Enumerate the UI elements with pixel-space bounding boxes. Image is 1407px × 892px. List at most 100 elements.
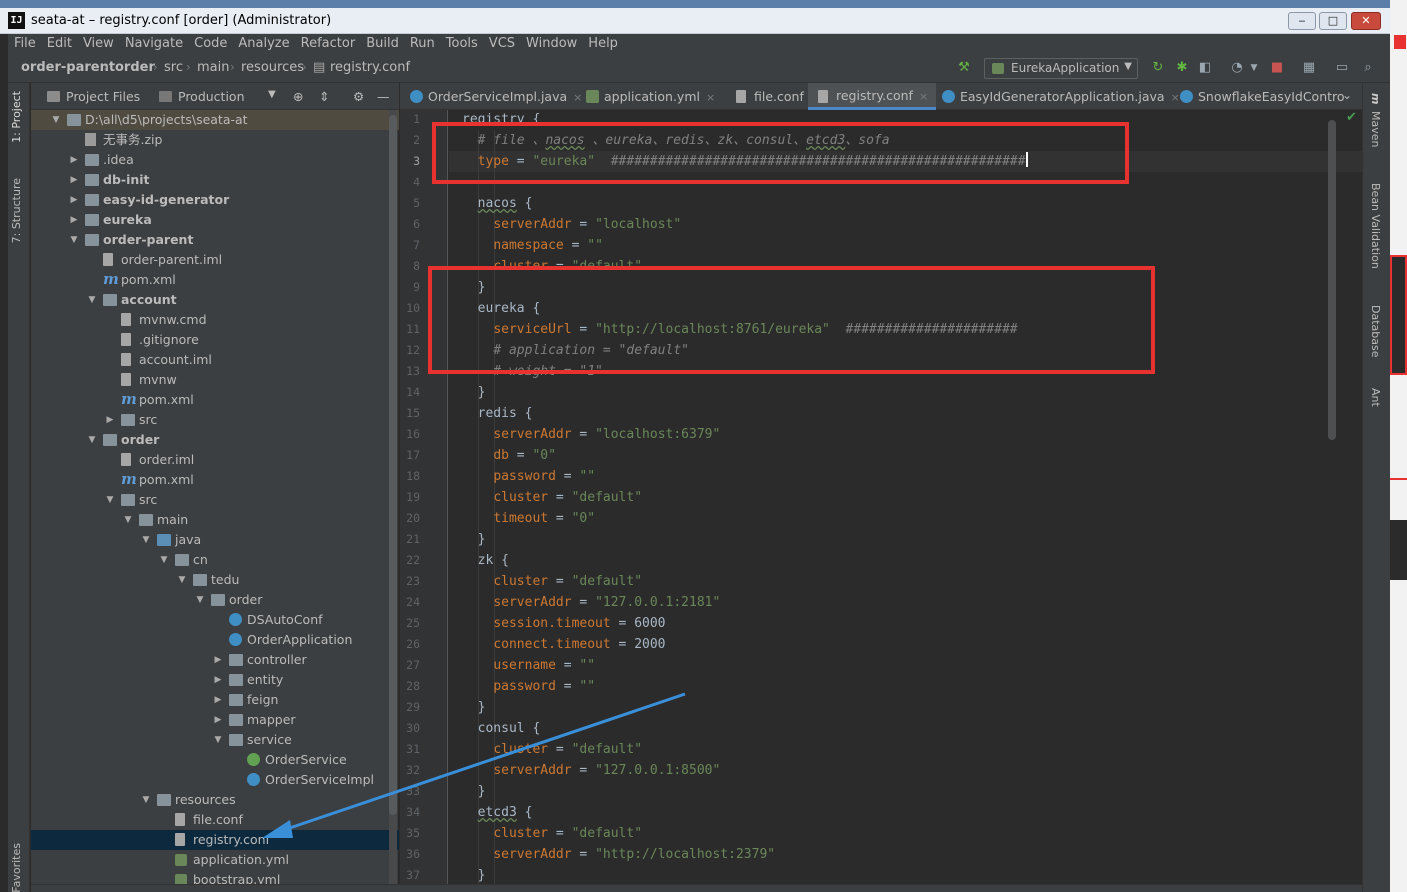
tree-node[interactable]: OrderApplication [31, 630, 399, 650]
close-window-button[interactable]: ✕ [1351, 12, 1381, 30]
code-line[interactable]: etcd3 { [462, 802, 533, 823]
tree-node[interactable]: ▼ service [31, 730, 399, 750]
scrollbar-thumb[interactable] [389, 115, 397, 815]
tree-node[interactable]: file.conf [31, 810, 399, 830]
project-structure-icon[interactable]: ▦ [1300, 59, 1318, 77]
collapse-arrow-icon[interactable]: ▶ [213, 710, 223, 730]
editor-scrollbar[interactable] [1328, 110, 1336, 440]
tree-node[interactable]: ▶ mapper [31, 710, 399, 730]
tree-node[interactable]: ▶ controller [31, 650, 399, 670]
profile-icon[interactable]: ◔ [1228, 59, 1246, 77]
collapse-arrow-icon[interactable]: ▶ [69, 170, 79, 190]
editor-tab[interactable]: registry.conf × [808, 83, 937, 110]
run-configuration-dropdown[interactable]: EurekaApplication ▼ [984, 58, 1138, 79]
tree-node[interactable]: m pom.xml [31, 470, 399, 490]
scope-selector[interactable]: Production [159, 89, 245, 104]
tree-node[interactable]: mvnw.cmd [31, 310, 399, 330]
expand-arrow-icon[interactable]: ▼ [87, 430, 97, 450]
tree-node[interactable]: ▼ order [31, 430, 399, 450]
expand-arrow-icon[interactable]: ▼ [123, 510, 133, 530]
editor-tab[interactable]: SnowflakeEasyIdContro [1170, 83, 1353, 110]
breadcrumb-order[interactable]: order [115, 60, 155, 75]
tree-node[interactable]: m pom.xml [31, 270, 399, 290]
code-line[interactable]: serverAddr = "127.0.0.1:8500" [462, 760, 720, 781]
tree-node[interactable]: ▼ order-parent [31, 230, 399, 250]
maven-tool-tab[interactable]: Maven [1369, 111, 1382, 147]
stop-icon[interactable]: ■ [1268, 59, 1286, 77]
expand-arrow-icon[interactable]: ▼ [159, 550, 169, 570]
expand-arrow-icon[interactable]: ▼ [105, 490, 115, 510]
close-tab-icon[interactable]: × [919, 90, 928, 103]
code-line[interactable]: } [462, 865, 486, 886]
expand-arrow-icon[interactable]: ▼ [69, 230, 79, 250]
expand-arrow-icon[interactable]: ▼ [195, 590, 205, 610]
search-icon[interactable]: ⌕ [1359, 59, 1377, 77]
bean-validation-tool-tab[interactable]: Bean Validation [1369, 183, 1382, 269]
code-line[interactable]: redis { [462, 403, 533, 424]
tree-node[interactable]: ▼ tedu [31, 570, 399, 590]
tree-node[interactable]: ▼ java [31, 530, 399, 550]
scrollbar-thumb[interactable] [1328, 120, 1336, 440]
expand-arrow-icon[interactable]: ▼ [177, 570, 187, 590]
menu-refactor[interactable]: Refactor [295, 34, 361, 51]
tree-node[interactable]: ▶ .idea [31, 150, 399, 170]
expand-arrow-icon[interactable]: ▼ [213, 730, 223, 750]
collapse-arrow-icon[interactable]: ▶ [69, 190, 79, 210]
tree-node[interactable]: mvnw [31, 370, 399, 390]
breadcrumb-src[interactable]: src [164, 60, 183, 75]
maximize-button[interactable]: □ [1319, 12, 1347, 30]
menu-window[interactable]: Window [520, 34, 582, 51]
project-tool-tab[interactable]: 1: Project [10, 91, 23, 143]
close-tab-icon[interactable]: × [706, 91, 715, 104]
editor-tab[interactable]: EasyIdGeneratorApplication.java × [932, 83, 1188, 110]
code-line[interactable]: password = "" [462, 676, 595, 697]
menu-build[interactable]: Build [360, 34, 404, 51]
collapse-arrow-icon[interactable]: ▶ [105, 410, 115, 430]
tree-node[interactable]: .gitignore [31, 330, 399, 350]
menu-analyze[interactable]: Analyze [232, 34, 294, 51]
menu-tools[interactable]: Tools [440, 34, 483, 51]
code-line[interactable]: } [462, 382, 486, 403]
tree-node[interactable]: ▶ src [31, 410, 399, 430]
code-line[interactable]: zk { [462, 550, 509, 571]
code-line[interactable]: } [462, 529, 486, 550]
build-hammer-icon[interactable]: ⚒ [955, 59, 973, 77]
collapse-arrow-icon[interactable]: ▶ [69, 210, 79, 230]
tree-node[interactable]: ▼ D:\all\d5\projects\seata-at [31, 110, 399, 130]
debug-bug-icon[interactable]: ✱ [1173, 59, 1191, 77]
menu-edit[interactable]: Edit [41, 34, 77, 51]
code-line[interactable]: serverAddr = "localhost:6379" [462, 424, 720, 445]
code-line[interactable]: consul { [462, 718, 541, 739]
breadcrumb-main[interactable]: main [197, 60, 229, 75]
code-line[interactable]: timeout = "0" [462, 508, 595, 529]
breadcrumb-order-parent[interactable]: order-parent [21, 60, 115, 75]
project-scrollbar[interactable] [389, 110, 397, 890]
database-tool-tab[interactable]: Database [1369, 305, 1382, 358]
code-line[interactable]: cluster = "default" [462, 487, 642, 508]
collapse-arrow-icon[interactable]: ▶ [69, 150, 79, 170]
code-line[interactable]: cluster = "default" [462, 823, 642, 844]
expand-arrow-icon[interactable]: ▼ [141, 790, 151, 810]
tree-node[interactable]: ▼ order [31, 590, 399, 610]
menu-code[interactable]: Code [188, 34, 232, 51]
menu-navigate[interactable]: Navigate [119, 34, 188, 51]
locate-target-icon[interactable]: ⊕ [293, 89, 303, 104]
code-line[interactable]: cluster = "default" [462, 739, 642, 760]
project-view-selector[interactable]: Project Files [47, 89, 140, 104]
collapse-arrow-icon[interactable]: ▶ [213, 670, 223, 690]
code-line[interactable]: } [462, 697, 486, 718]
collapse-arrow-icon[interactable]: ▶ [213, 690, 223, 710]
tree-node[interactable]: ▶ feign [31, 690, 399, 710]
code-line[interactable]: username = "" [462, 655, 595, 676]
code-line[interactable]: serverAddr = "http://localhost:2379" [462, 844, 775, 865]
code-line[interactable]: db = "0" [462, 445, 556, 466]
code-line[interactable]: session.timeout = 6000 [462, 613, 665, 634]
tree-node[interactable]: ▶ eureka [31, 210, 399, 230]
tree-node[interactable]: DSAutoConf [31, 610, 399, 630]
tree-node[interactable]: ▶ db-init [31, 170, 399, 190]
tree-node[interactable]: account.iml [31, 350, 399, 370]
code-line[interactable]: nacos { [462, 193, 533, 214]
layout-icon[interactable]: ▭ [1333, 59, 1351, 77]
tree-node[interactable]: ▶ entity [31, 670, 399, 690]
code-line[interactable]: cluster = "default" [462, 571, 642, 592]
